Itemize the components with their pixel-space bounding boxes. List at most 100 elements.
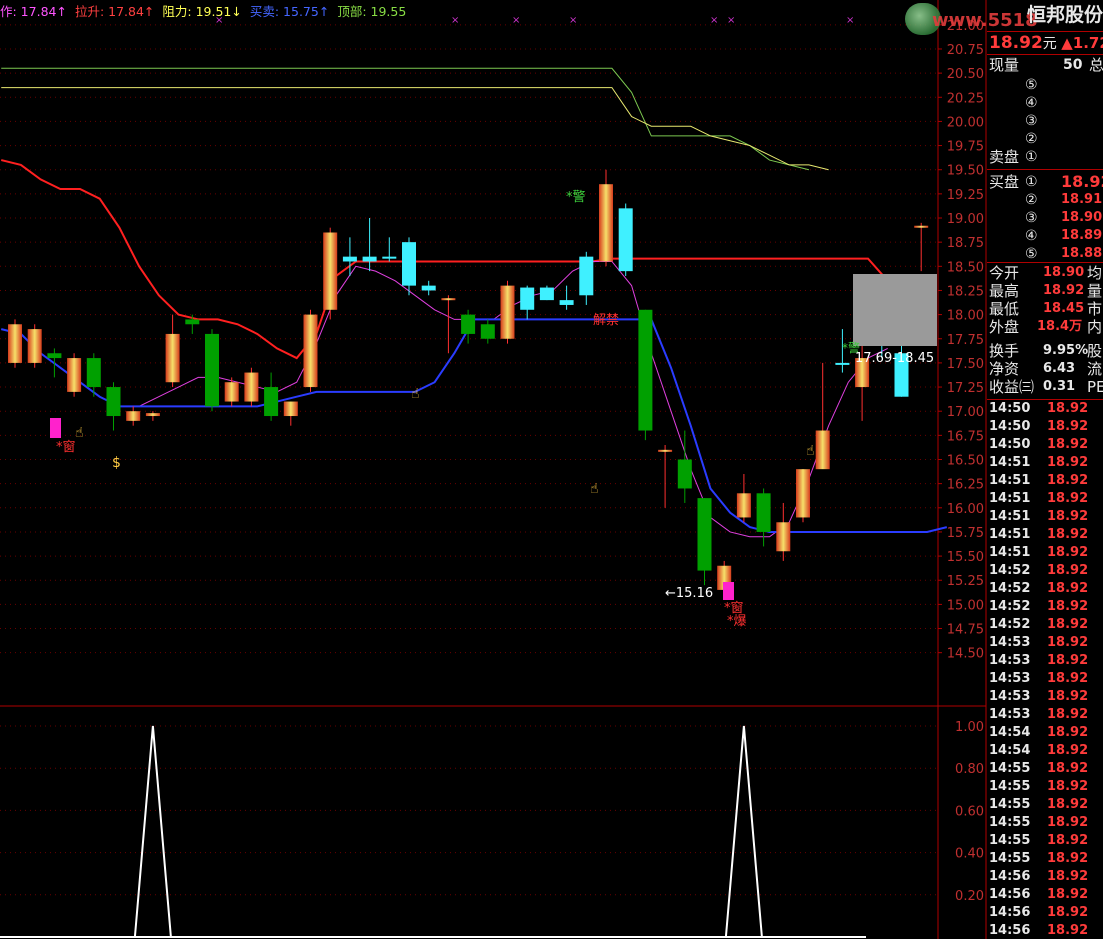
tick-row: 14:53 18.92 [989, 671, 1089, 686]
indicator-tick-label: 0.20 [955, 889, 984, 904]
candle-body [106, 387, 121, 417]
price-tick-label: 17.50 [947, 357, 984, 372]
candle-body [559, 300, 574, 305]
indicator-spike [724, 725, 763, 938]
price-tick-label: 19.25 [947, 188, 984, 203]
legend-item: 阻力: 19.51↓ [162, 4, 242, 19]
tick-row: 14:53 18.92 [989, 689, 1089, 704]
ban-label: 解禁 [593, 313, 619, 328]
price-tick-label: 14.50 [947, 647, 984, 662]
price-tick-label: 17.75 [947, 333, 984, 348]
candle-body [776, 522, 791, 552]
candle-body [205, 333, 219, 407]
price-tick-label: 19.00 [947, 212, 984, 227]
candle-body [8, 324, 22, 363]
candle-body [500, 285, 515, 339]
candle-body [402, 242, 416, 286]
hand-icon: ☝ [411, 386, 420, 402]
tick-row: 14:51 18.92 [989, 527, 1089, 542]
candle-body [264, 387, 279, 417]
tick-row: 14:51 18.92 [989, 545, 1089, 560]
candle-body [382, 256, 397, 259]
tick-row: 14:53 18.92 [989, 707, 1089, 722]
tick-row: 14:55 18.92 [989, 761, 1089, 776]
hand-icon: ☝ [75, 425, 84, 441]
price-tick-label: 14.75 [947, 623, 984, 638]
stat-row: 最高 18.92 量 [989, 282, 1103, 300]
stat-row: 外盘 18.4万内 [989, 318, 1103, 336]
candle-body [323, 232, 338, 310]
tick-row: 14:52 18.92 [989, 581, 1089, 596]
candle-body [480, 324, 495, 339]
indicator-tick-label: 0.60 [955, 804, 984, 819]
legend-item: 顶部: 19.55 [337, 4, 407, 19]
price-tick-label: 15.00 [947, 598, 984, 613]
tick-row: 14:51 18.92 [989, 509, 1089, 524]
candle-body [67, 358, 82, 392]
candle-body [658, 449, 673, 452]
candle-body [835, 362, 850, 365]
hand-icon: ☝ [806, 443, 815, 459]
price-tick-label: 18.75 [947, 236, 984, 251]
price-tick-label: 18.00 [947, 309, 984, 324]
candle-body [599, 184, 613, 262]
tick-row: 14:51 18.92 [989, 491, 1089, 506]
candle-body [441, 298, 456, 301]
magenta-marker [723, 582, 734, 600]
legend-item: 作: 17.84↑ [0, 4, 67, 19]
indicator-tick-label: 0.80 [955, 762, 984, 777]
tick-row: 14:53 18.92 [989, 635, 1089, 650]
resistance-line [1, 87, 829, 171]
candle-body [244, 372, 259, 402]
money-bag-icon: $ [112, 455, 121, 471]
low-label: ←15.16 [665, 586, 713, 601]
tick-row: 14:55 18.92 [989, 779, 1089, 794]
candle-body [27, 329, 42, 363]
candle-body [283, 401, 298, 417]
price-unit: 元 [1042, 36, 1057, 52]
tick-row: 14:51 18.92 [989, 455, 1089, 470]
candle-body [126, 411, 141, 421]
kline-chart[interactable]: 21.0020.7520.5020.2520.0019.7519.5019.25… [0, 0, 1103, 939]
stat-row: 今开 18.90 均 [989, 264, 1103, 282]
price-line: 18.92元 ▲1.72 [989, 33, 1103, 53]
sell-level: ③ [1025, 113, 1038, 129]
tick-row: 14:53 18.92 [989, 653, 1089, 668]
indicator-spike [133, 725, 172, 938]
tick-row: 14:56 18.92 [989, 905, 1089, 920]
sell-level: 卖盘 ① [989, 148, 1038, 166]
candle-body [638, 309, 653, 431]
magenta-marker [50, 418, 61, 438]
sell-level: ④ [1025, 95, 1038, 111]
range-label: 17.69-18.45 [855, 351, 934, 366]
tick-row: 14:50 18.92 [989, 419, 1089, 434]
candle-body [618, 208, 633, 272]
volume-row: 现量 50 总 [989, 56, 1103, 74]
tick-row: 14:55 18.92 [989, 851, 1089, 866]
price-tick-label: 19.75 [947, 140, 984, 155]
price-tick-label: 17.00 [947, 405, 984, 420]
stock-name: 恒邦股份 [1026, 4, 1103, 26]
stat-row: 收益㈢ 0.31 PE [989, 378, 1103, 396]
price-tick-label: 16.50 [947, 453, 984, 468]
tick-row: 14:55 18.92 [989, 797, 1089, 812]
tick-row: 14:52 18.92 [989, 617, 1089, 632]
tick-row: 14:56 18.92 [989, 887, 1089, 902]
candle-body [579, 256, 594, 296]
candle-body [362, 256, 377, 262]
candle-body [47, 353, 62, 359]
price-tick-label: 15.25 [947, 574, 984, 589]
candle-body [756, 493, 771, 532]
price-tick-label: 15.50 [947, 550, 984, 565]
price-tick-label: 16.75 [947, 429, 984, 444]
pull-up-line [0, 159, 909, 360]
price-tick-label: 20.25 [947, 91, 984, 106]
indicator-tick-label: 0.40 [955, 847, 984, 862]
price-tick-label: 16.25 [947, 478, 984, 493]
tick-row: 14:50 18.92 [989, 437, 1089, 452]
candle-body [736, 493, 751, 518]
price-tick-label: 17.25 [947, 381, 984, 396]
tick-row: 14:56 18.92 [989, 869, 1089, 884]
candle-body [697, 498, 712, 571]
signal-x-marker: × [846, 15, 854, 26]
